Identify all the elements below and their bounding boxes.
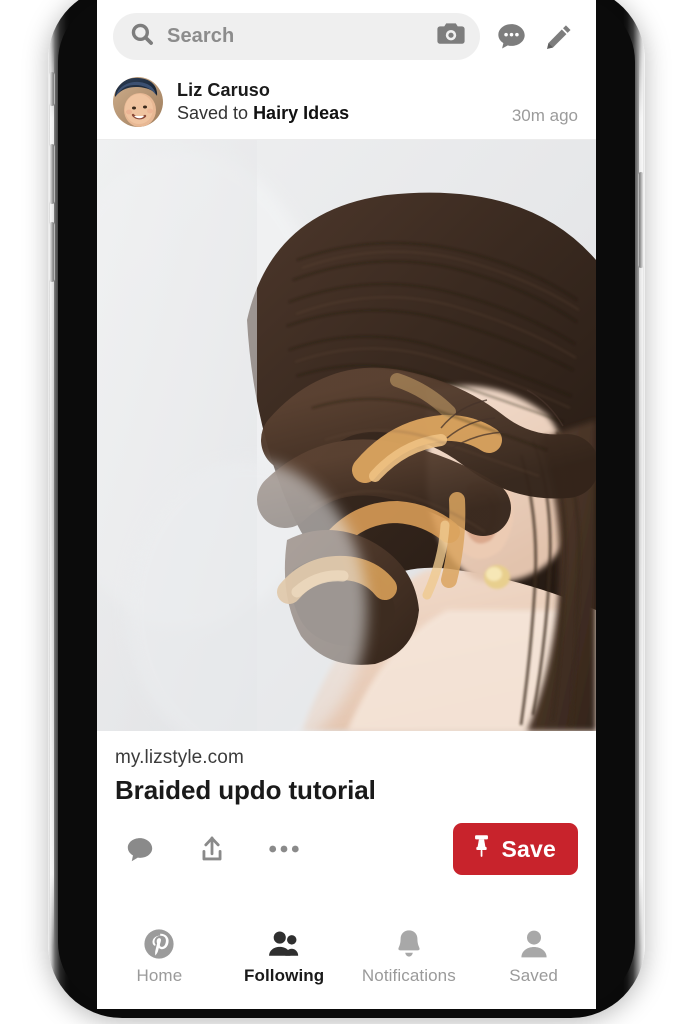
save-button-label: Save: [501, 835, 556, 862]
volume-up-button[interactable]: [49, 144, 55, 204]
save-button[interactable]: Save: [453, 823, 578, 875]
search-icon: [129, 21, 155, 52]
board-name[interactable]: Hairy Ideas: [253, 103, 349, 123]
share-upload-icon[interactable]: [189, 826, 235, 872]
pin-timestamp: 30m ago: [511, 106, 578, 125]
mute-switch-button[interactable]: [49, 72, 55, 106]
pencil-icon[interactable]: [536, 14, 582, 60]
power-button[interactable]: [638, 172, 644, 268]
nav-item-saved[interactable]: Saved: [471, 927, 596, 986]
pin-action-row: Save: [97, 806, 596, 875]
pin-title[interactable]: Braided updo tutorial: [115, 775, 578, 806]
nav-item-notifications[interactable]: Notifications: [347, 927, 472, 986]
volume-down-button[interactable]: [49, 222, 55, 282]
pin-details: my.lizstyle.com Braided updo tutorial: [97, 731, 596, 806]
pin-source-domain[interactable]: my.lizstyle.com: [115, 747, 578, 769]
comment-bubble-icon[interactable]: [117, 826, 163, 872]
nav-item-following[interactable]: Following: [222, 927, 347, 986]
nav-label-notifications: Notifications: [361, 966, 456, 985]
pushpin-icon: [471, 834, 492, 864]
braided-updo-photo: [97, 140, 596, 731]
saved-to-line: Saved to Hairy Ideas: [177, 103, 512, 124]
nav-label-home: Home: [136, 966, 183, 985]
search-placeholder-text: Search: [167, 25, 235, 47]
pinner-name[interactable]: Liz Caruso: [177, 80, 512, 101]
pin-attribution-header[interactable]: Liz Caruso Saved to Hairy Ideas 30m ago: [97, 71, 596, 140]
pin-attribution-text: Liz Caruso Saved to Hairy Ideas: [177, 80, 512, 124]
ellipsis-icon[interactable]: [261, 826, 307, 872]
saved-to-prefix: Saved to: [177, 103, 254, 123]
bottom-navigation-bar: Home Following Notifications Saved: [97, 917, 596, 1009]
pinterest-logo-icon: [143, 927, 175, 961]
top-bar: Search: [97, 0, 596, 71]
camera-icon[interactable]: [436, 21, 466, 52]
nav-label-following: Following: [244, 966, 325, 985]
phone-screen: Search Liz Caruso Saved to Hairy Ideas 3…: [97, 0, 596, 1009]
bell-icon: [394, 927, 424, 961]
person-icon: [519, 927, 549, 961]
search-input[interactable]: Search: [113, 13, 480, 60]
pin-image[interactable]: [97, 140, 596, 731]
people-icon: [267, 927, 301, 961]
avatar[interactable]: [113, 77, 163, 127]
nav-item-home[interactable]: Home: [97, 927, 222, 986]
chat-bubble-icon[interactable]: [488, 14, 534, 60]
nav-label-saved: Saved: [509, 966, 558, 985]
